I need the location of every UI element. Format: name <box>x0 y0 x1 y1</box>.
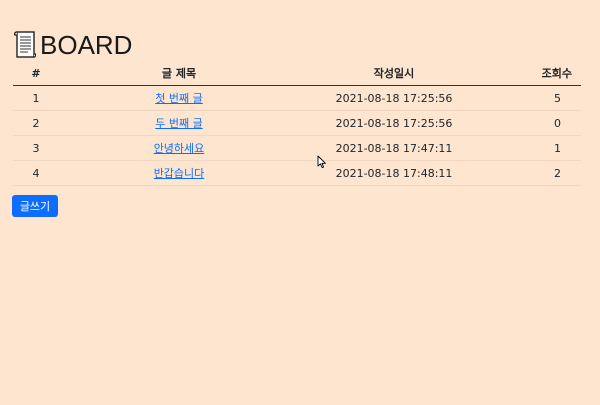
post-title-link[interactable]: 반갑습니다 <box>154 167 205 180</box>
page-header: BOARD <box>14 30 132 60</box>
post-date: 2021-08-18 17:25:56 <box>299 85 489 111</box>
post-number: 1 <box>13 85 59 111</box>
post-date: 2021-08-18 17:48:11 <box>299 160 489 186</box>
page-title: BOARD <box>40 30 133 60</box>
table-row: 1 첫 번째 글 2021-08-18 17:25:56 5 <box>13 85 581 111</box>
post-title-cell: 반갑습니다 <box>59 160 299 186</box>
post-views: 2 <box>489 160 581 186</box>
post-views: 1 <box>489 135 581 161</box>
post-number: 4 <box>13 160 59 186</box>
board-table: # 글 제목 작성일시 조회수 1 첫 번째 글 2021-08-18 17:2… <box>13 61 581 186</box>
column-header-title: 글 제목 <box>59 61 299 86</box>
mouse-cursor-icon <box>317 155 326 169</box>
table-row: 2 두 번째 글 2021-08-18 17:25:56 0 <box>13 110 581 136</box>
post-date: 2021-08-18 17:47:11 <box>299 135 489 161</box>
write-post-button[interactable]: 글쓰기 <box>12 195 58 217</box>
column-header-date: 작성일시 <box>299 61 489 86</box>
post-number: 2 <box>13 110 59 136</box>
post-title-link[interactable]: 첫 번째 글 <box>155 92 202 105</box>
post-number: 3 <box>13 135 59 161</box>
column-header-number: # <box>13 61 59 86</box>
post-views: 0 <box>489 110 581 136</box>
post-title-link[interactable]: 안녕하세요 <box>154 142 205 155</box>
post-title-cell: 두 번째 글 <box>59 110 299 136</box>
table-row: 4 반갑습니다 2021-08-18 17:48:11 2 <box>13 160 581 186</box>
table-header-row: # 글 제목 작성일시 조회수 <box>13 61 581 86</box>
post-date: 2021-08-18 17:25:56 <box>299 110 489 136</box>
post-title-link[interactable]: 두 번째 글 <box>155 117 202 130</box>
scroll-icon <box>14 31 36 58</box>
post-views: 5 <box>489 85 581 111</box>
post-title-cell: 첫 번째 글 <box>59 85 299 111</box>
table-row: 3 안녕하세요 2021-08-18 17:47:11 1 <box>13 135 581 161</box>
column-header-views: 조회수 <box>489 61 581 86</box>
post-title-cell: 안녕하세요 <box>59 135 299 161</box>
